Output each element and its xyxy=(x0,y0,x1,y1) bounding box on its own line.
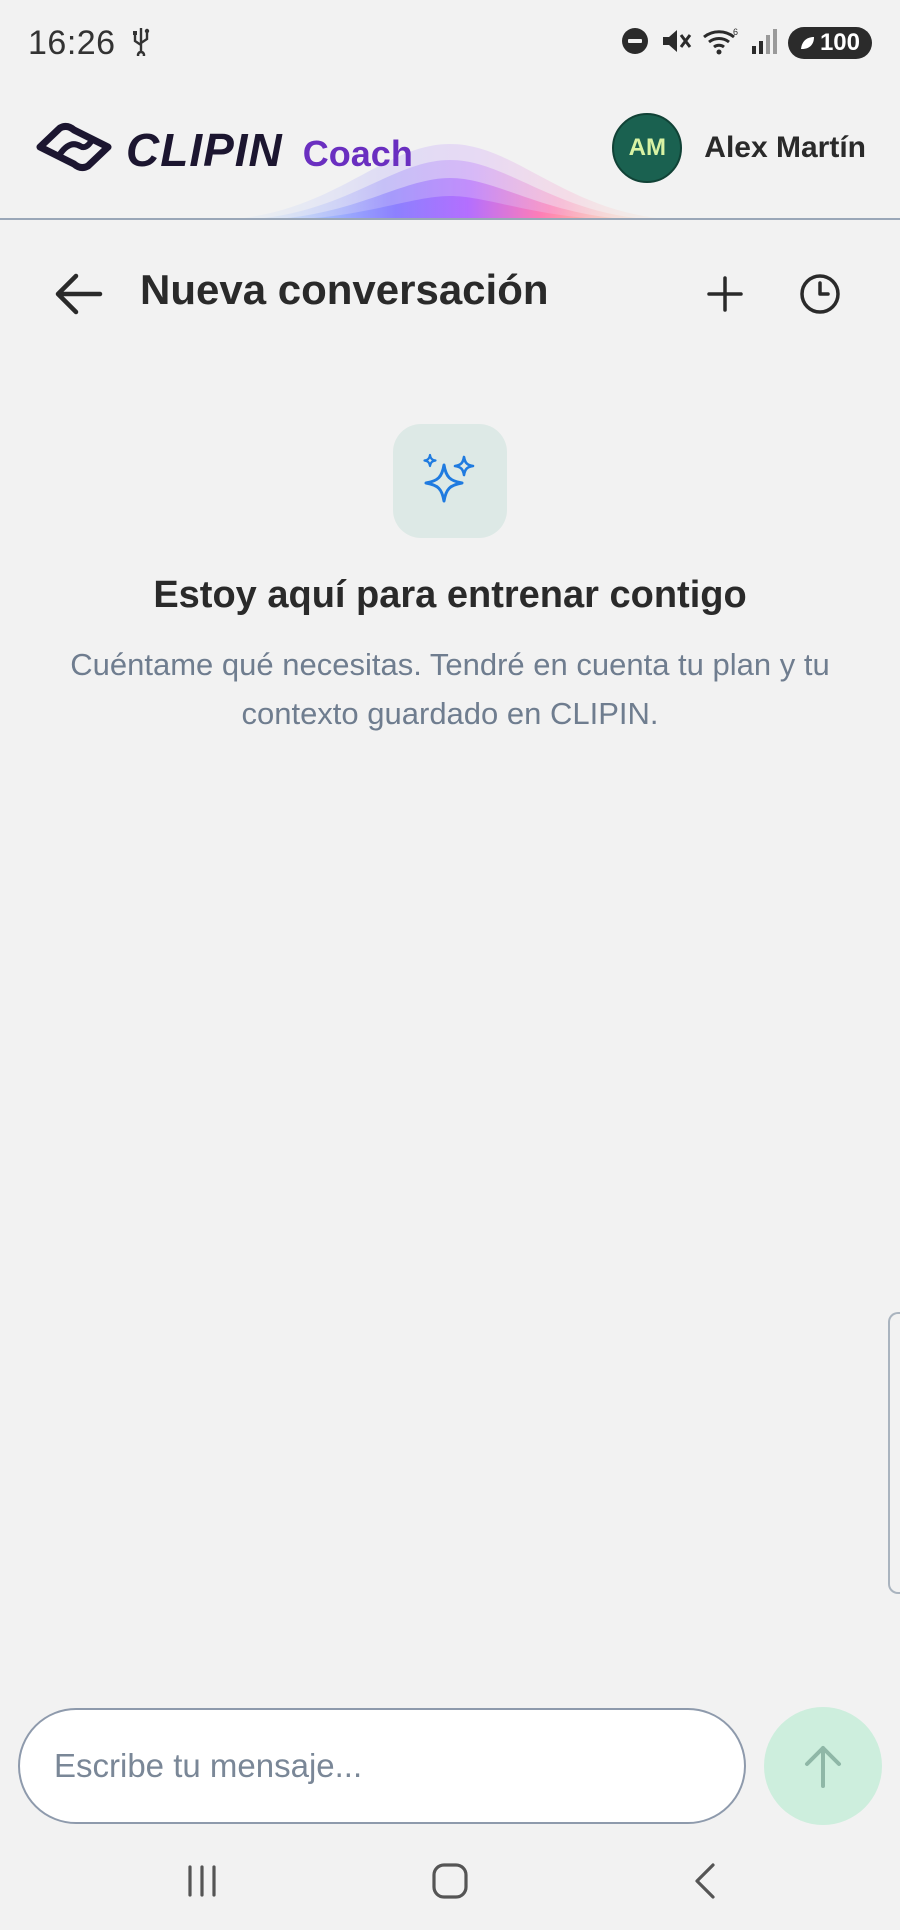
empty-state-icon-tile xyxy=(393,424,507,538)
battery-level: 100 xyxy=(819,29,860,56)
home-icon xyxy=(432,1863,468,1899)
page-title: Nueva conversación xyxy=(140,266,549,313)
wifi-icon: 6 xyxy=(702,26,740,61)
dnd-icon xyxy=(620,26,650,61)
system-nav-bar xyxy=(0,1836,900,1930)
clock-icon xyxy=(800,274,840,314)
plus-icon xyxy=(707,276,743,312)
send-button[interactable] xyxy=(764,1707,882,1825)
scrollbar[interactable] xyxy=(888,1312,900,1594)
svg-text:6: 6 xyxy=(733,27,738,37)
recents-icon xyxy=(188,1865,216,1897)
nav-recents-button[interactable] xyxy=(172,1856,232,1906)
nav-home-button[interactable] xyxy=(420,1856,480,1906)
usb-icon xyxy=(130,26,152,61)
nav-back-button[interactable] xyxy=(675,1856,735,1906)
signal-icon xyxy=(750,26,778,61)
back-icon xyxy=(695,1863,715,1899)
clipin-logo-icon xyxy=(34,122,114,177)
user-name: Alex Martín xyxy=(704,131,866,164)
avatar[interactable]: AM xyxy=(612,113,683,183)
history-button[interactable] xyxy=(790,264,850,324)
mute-icon xyxy=(660,26,692,61)
app-header: CLIPIN Coach AM Alex Martín xyxy=(0,86,900,220)
sparkles-icon xyxy=(423,453,475,503)
brand-subtitle: Coach xyxy=(302,132,413,174)
battery-icon: 100 xyxy=(787,27,872,59)
arrow-left-icon xyxy=(55,273,103,315)
empty-state-description: Cuéntame qué necesitas. Tendré en cuenta… xyxy=(70,647,830,731)
back-button[interactable] xyxy=(48,264,108,324)
empty-state-title: Estoy aquí para entrenar contigo xyxy=(153,574,747,616)
brand-logo[interactable]: CLIPIN Coach xyxy=(34,122,413,177)
brand-name: CLIPIN xyxy=(126,123,283,176)
arrow-up-icon xyxy=(805,1746,841,1788)
status-time: 16:26 xyxy=(28,23,116,62)
user-profile[interactable]: AM Alex Martín xyxy=(612,113,866,183)
new-conversation-button[interactable] xyxy=(695,264,755,324)
message-input[interactable] xyxy=(18,1708,746,1824)
conversation-top-bar: Nueva conversación xyxy=(0,222,900,362)
status-bar: 16:26 6 100 xyxy=(0,0,900,86)
